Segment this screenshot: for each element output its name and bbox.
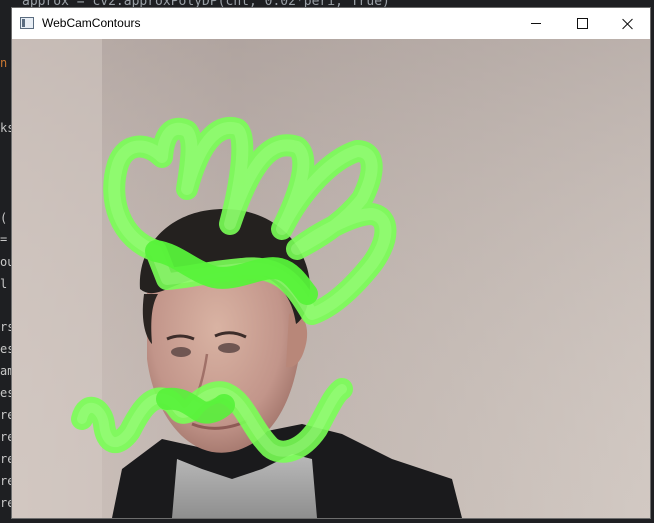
gutter-fragment: n bbox=[0, 56, 8, 70]
maximize-icon bbox=[576, 18, 588, 29]
maximize-button[interactable] bbox=[559, 8, 605, 39]
minimize-icon bbox=[531, 23, 541, 24]
close-button[interactable] bbox=[605, 8, 651, 39]
close-icon bbox=[622, 18, 634, 30]
app-window-icon bbox=[20, 17, 34, 29]
webcam-feed bbox=[12, 39, 650, 518]
gutter-fragment: l bbox=[0, 277, 8, 291]
window-title: WebCamContours bbox=[42, 16, 141, 30]
title-bar[interactable]: WebCamContours bbox=[12, 8, 650, 39]
webcam-window[interactable]: WebCamContours bbox=[11, 7, 651, 519]
minimize-button[interactable] bbox=[513, 8, 559, 39]
gutter-fragment: ( bbox=[0, 211, 8, 225]
gutter-fragment: = bbox=[0, 232, 8, 246]
